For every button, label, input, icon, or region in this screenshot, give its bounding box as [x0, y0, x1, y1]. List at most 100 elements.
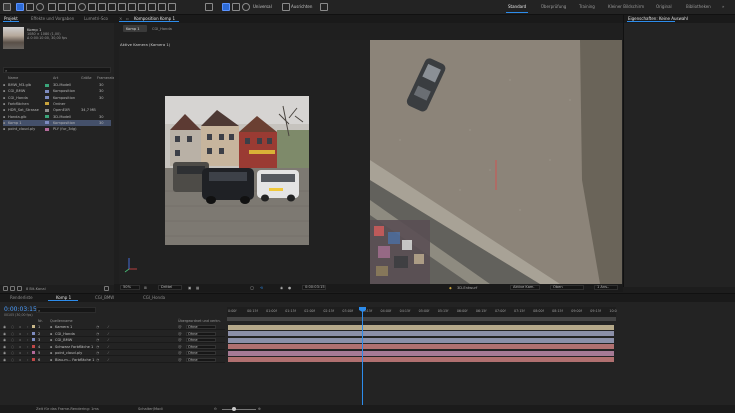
project-item[interactable]: ▪ point_cloud.ply PLY (fur_3dg) [3, 126, 111, 132]
column-type[interactable]: Art [53, 76, 58, 80]
project-item[interactable]: ▪ Komp 1 Komposition 30 [3, 119, 111, 126]
item-icon: ▪ [3, 120, 6, 125]
workspace-libraries[interactable]: Bibliotheken [686, 4, 711, 9]
work-area-bar[interactable] [227, 317, 616, 321]
region-of-interest-icon[interactable]: ▣ [188, 286, 191, 290]
pan-tool-icon[interactable] [58, 3, 66, 11]
item-fps: 30 [99, 95, 104, 100]
project-item[interactable]: ▪ Honda.glb 3D-Modell 30 [3, 114, 111, 120]
trash-icon[interactable] [104, 286, 109, 291]
ruler-tick-label: 02:00f [304, 309, 315, 313]
resolution-dropdown[interactable]: Drittel [158, 285, 182, 290]
layer-track-bar[interactable] [228, 337, 614, 343]
roto-brush-tool-icon[interactable] [158, 3, 166, 11]
renderer-label[interactable]: 3D-Entwurf [457, 286, 477, 290]
align-grid-icon[interactable] [320, 3, 328, 11]
bit-depth-label[interactable]: 8 Bit-Kanal [26, 287, 46, 291]
comp-tab-komp1[interactable]: Komp 1 [123, 25, 147, 32]
current-time-display[interactable]: 0:00:03:15 [4, 306, 37, 313]
project-item[interactable]: ▪ BMW_M3.glb 3D-Modell 30 [3, 82, 111, 88]
column-name[interactable]: Name [8, 76, 18, 80]
column-number[interactable]: Nr. [38, 319, 43, 323]
workspace-training[interactable]: Training [579, 4, 595, 9]
anchor-tool-icon[interactable] [88, 3, 96, 11]
zoom-in-icon[interactable]: ⊕ [258, 407, 261, 411]
layer-track-bar[interactable] [228, 331, 614, 336]
street-footage-layer[interactable] [165, 96, 309, 245]
zoom-dropdown[interactable]: 50% [120, 285, 140, 290]
align-icon[interactable] [282, 3, 290, 11]
workspace-overflow-icon[interactable]: » [722, 4, 724, 9]
align-label[interactable]: Ausrichten [291, 4, 312, 9]
view-mode-dropdown[interactable]: Oben [550, 285, 584, 290]
comp-tab-cgi-honda[interactable]: CGI_Honda [152, 27, 172, 31]
workspace-original[interactable]: Original [656, 4, 672, 9]
column-fps[interactable]: Framerate [97, 76, 115, 80]
clone-stamp-tool-icon[interactable] [138, 3, 146, 11]
project-item[interactable]: ▪ CGI_Honda Komposition 30 [3, 95, 111, 101]
project-search-input[interactable]: ⌕ [3, 67, 111, 73]
color-channel-icon[interactable]: ● [288, 286, 291, 290]
timeline-zoom-slider[interactable] [222, 408, 256, 410]
tab-lumetri[interactable]: Lumetri-Sco [84, 16, 108, 21]
layer-track-bar[interactable] [228, 350, 614, 356]
zoom-tool-icon[interactable] [36, 3, 44, 11]
selection-tool-icon[interactable] [16, 3, 24, 11]
tab-cgi-honda[interactable]: CGI_Honda [143, 295, 165, 300]
universal-transform-icon[interactable] [222, 3, 230, 11]
workspace-review[interactable]: Überprüfung [541, 4, 566, 9]
column-parent[interactable]: Übergeordnet und verkn. [178, 319, 221, 323]
tab-cgi-bmw[interactable]: CGI_BMW [95, 295, 114, 300]
point-cloud-layer[interactable] [370, 40, 622, 284]
layer-track-bar[interactable] [228, 324, 614, 330]
interpret-footage-icon[interactable] [3, 286, 8, 291]
rotate-icon[interactable] [242, 3, 250, 11]
item-type: OpenEXR [53, 108, 70, 113]
zoom-out-icon[interactable]: ⊖ [214, 407, 217, 411]
view-options-icon[interactable]: ⟲ [260, 286, 263, 290]
project-item[interactable]: ▪ HDR_Sat_Strasse OpenEXR 34,7 MB [3, 107, 111, 113]
brush-tool-icon[interactable] [128, 3, 136, 11]
transparency-grid-icon[interactable]: ▦ [196, 286, 199, 290]
layer-track-bar[interactable] [228, 357, 614, 362]
status-bar: Zeit für das Frame-Rendering: 1ms Schalt… [0, 405, 735, 413]
new-folder-icon[interactable] [10, 286, 15, 291]
project-item[interactable]: ▪ CGI_BMW Komposition 30 [3, 88, 111, 94]
timeline-search-input[interactable]: ⌕ [36, 307, 96, 313]
playhead-line[interactable] [362, 307, 363, 405]
time-ruler[interactable]: 0:00f 00:15f 01:00f 01:15f 02:00f 02:15f 03:00… [227, 307, 617, 317]
puppet-tool-icon[interactable] [168, 3, 176, 11]
home-icon[interactable] [3, 3, 11, 11]
ruler-tick-label: 07:15f [514, 309, 525, 313]
tab-render-queue[interactable]: Renderliste [10, 295, 33, 300]
new-composition-icon[interactable] [17, 286, 22, 291]
rectangle-tool-icon[interactable] [98, 3, 106, 11]
column-size[interactable]: Größe [81, 76, 92, 80]
grid-icon[interactable]: ⊞ [144, 286, 147, 290]
view-layout-dropdown[interactable]: 1 Ans.. [594, 285, 618, 290]
workspace-small-screen[interactable]: Kleiner Bildschirm [608, 4, 644, 9]
ruler-tick-label: 09:00f [571, 309, 582, 313]
snapping-icon[interactable] [205, 3, 213, 11]
universal-label[interactable]: Universal [253, 4, 272, 9]
orbit-tool-icon[interactable] [48, 3, 56, 11]
camera-view-dropdown[interactable]: Aktive Kam. [510, 285, 540, 290]
column-source-name[interactable]: Quellenname [50, 319, 73, 323]
hand-tool-icon[interactable] [26, 3, 34, 11]
switch-mode-toggle[interactable]: Schalter/Modi [138, 407, 163, 411]
rotate-tool-icon[interactable] [78, 3, 86, 11]
timeline-zoom-slider-thumb[interactable] [232, 407, 236, 411]
dolly-tool-icon[interactable] [68, 3, 76, 11]
current-time-field[interactable]: 0:00:03:15 [302, 285, 326, 290]
project-item[interactable]: ▪ Farbflächen Ordner [3, 101, 111, 107]
snapshot-icon[interactable]: ◉ [280, 286, 283, 290]
layer-track-bar[interactable] [228, 344, 614, 349]
pen-tool-icon[interactable] [108, 3, 116, 11]
eraser-tool-icon[interactable] [148, 3, 156, 11]
mask-visibility-icon[interactable]: ◯ [250, 286, 254, 290]
3d-renderer-icon[interactable]: ◆ [449, 286, 452, 290]
move-icon[interactable] [232, 3, 240, 11]
workspace-standard[interactable]: Standard [508, 4, 526, 9]
text-tool-icon[interactable] [118, 3, 126, 11]
tab-effects[interactable]: Effekte und Vorgaben [31, 16, 74, 21]
